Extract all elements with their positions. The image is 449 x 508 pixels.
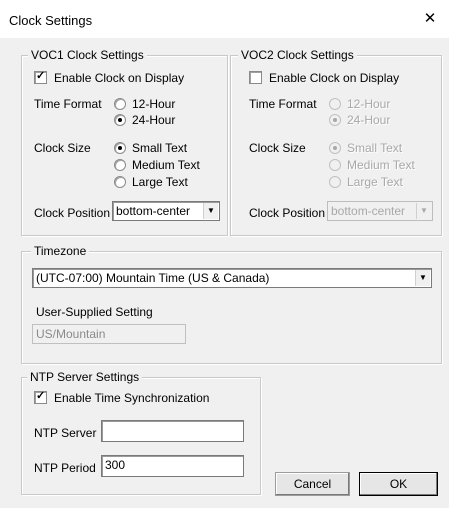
timezone-select[interactable]: (UTC-07:00) Mountain Time (US & Canada) … — [32, 268, 432, 288]
voc1-radio-24-hour-label: 24-Hour — [132, 113, 176, 127]
clock-settings-dialog: Clock Settings ✕ VOC1 Clock Settings ✓ E… — [0, 0, 449, 508]
voc2-enable-checkbox[interactable] — [249, 71, 262, 84]
ntp-period-value: 300 — [105, 458, 126, 472]
timezone-legend: Timezone — [31, 244, 90, 258]
voc2-radio-small-text[interactable] — [329, 142, 341, 154]
voc2-radio-large-text[interactable] — [329, 176, 341, 188]
voc1-enable-checkbox[interactable]: ✓ — [34, 70, 47, 84]
voc1-position-select[interactable]: bottom-center ▼ — [112, 201, 220, 221]
chevron-down-icon: ▼ — [415, 270, 430, 286]
ok-button[interactable]: OK — [359, 472, 438, 496]
cancel-button[interactable]: Cancel — [275, 472, 350, 496]
voc2-clock-size-label: Clock Size — [249, 141, 306, 155]
voc2-radio-24-hour[interactable] — [329, 114, 341, 126]
voc1-radio-12-hour[interactable] — [114, 98, 126, 110]
title-bar: Clock Settings ✕ — [0, 0, 449, 38]
voc1-radio-24-hour[interactable] — [114, 114, 126, 126]
chevron-down-icon: ▼ — [203, 203, 218, 219]
voc1-radio-medium-text-label: Medium Text — [132, 158, 200, 172]
voc2-radio-24-hour-label: 24-Hour — [347, 113, 391, 127]
check-icon: ✓ — [36, 390, 46, 402]
voc2-legend: VOC2 Clock Settings — [238, 48, 357, 62]
voc2-radio-small-text-label: Small Text — [347, 141, 403, 155]
voc1-radio-medium-text[interactable] — [114, 159, 126, 171]
voc1-radio-large-text[interactable] — [114, 176, 126, 188]
voc1-radio-12-hour-label: 12-Hour — [132, 97, 176, 111]
user-supplied-label: User-Supplied Setting — [36, 305, 153, 319]
ntp-period-input[interactable]: 300 — [101, 455, 244, 477]
voc2-position-select[interactable]: bottom-center ▼ — [327, 201, 433, 221]
user-supplied-value: US/Mountain — [36, 327, 106, 341]
timezone-value: (UTC-07:00) Mountain Time (US & Canada) — [36, 271, 270, 285]
voc1-clock-size-label: Clock Size — [34, 141, 91, 155]
voc1-time-format-label: Time Format — [34, 97, 102, 111]
voc1-radio-large-text-label: Large Text — [132, 175, 188, 189]
voc1-radio-small-text-label: Small Text — [132, 141, 188, 155]
voc2-position-value: bottom-center — [331, 204, 406, 218]
voc2-radio-medium-text[interactable] — [329, 159, 341, 171]
ntp-server-label: NTP Server — [34, 426, 97, 440]
voc2-radio-medium-text-label: Medium Text — [347, 158, 415, 172]
voc2-radio-12-hour[interactable] — [329, 98, 341, 110]
window-title: Clock Settings — [9, 13, 93, 28]
close-icon[interactable]: ✕ — [417, 6, 443, 32]
voc2-enable-label: Enable Clock on Display — [269, 71, 400, 85]
ntp-enable-checkbox[interactable]: ✓ — [34, 390, 47, 404]
voc2-radio-12-hour-label: 12-Hour — [347, 97, 391, 111]
user-supplied-field[interactable]: US/Mountain — [32, 324, 186, 344]
check-icon: ✓ — [36, 70, 46, 82]
voc2-position-label: Clock Position — [249, 206, 326, 220]
ntp-period-label: NTP Period — [34, 461, 96, 475]
ntp-legend: NTP Server Settings — [27, 370, 143, 384]
voc1-position-label: Clock Position — [34, 206, 111, 220]
voc1-legend: VOC1 Clock Settings — [28, 48, 147, 62]
voc2-time-format-label: Time Format — [249, 97, 317, 111]
ntp-server-input[interactable] — [101, 420, 244, 442]
voc1-radio-small-text[interactable] — [114, 142, 126, 154]
voc2-radio-large-text-label: Large Text — [347, 175, 403, 189]
ntp-enable-label: Enable Time Synchronization — [54, 391, 210, 405]
chevron-down-icon: ▼ — [416, 203, 431, 219]
voc1-position-value: bottom-center — [116, 204, 191, 218]
voc1-enable-label: Enable Clock on Display — [54, 71, 185, 85]
